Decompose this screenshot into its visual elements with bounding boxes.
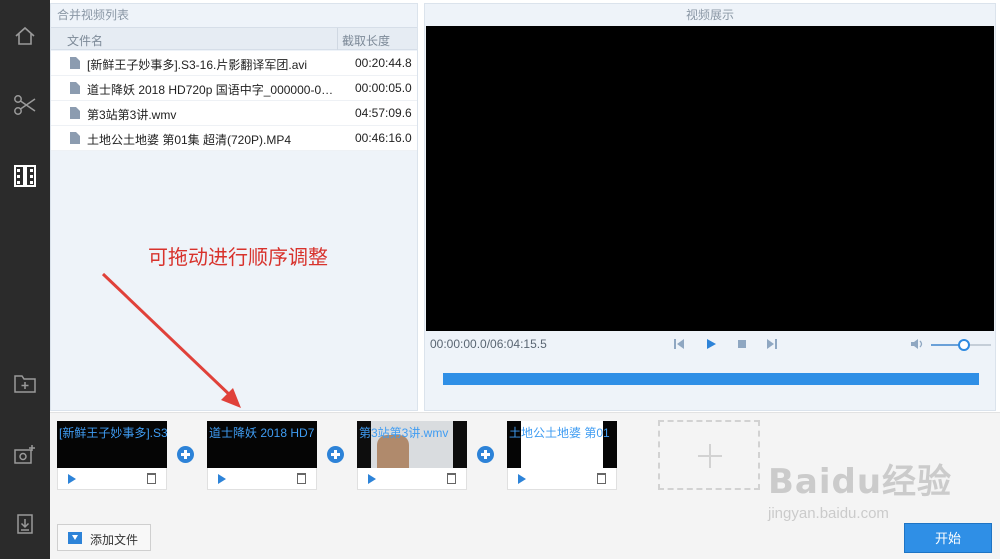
plus-circle-icon[interactable] bbox=[177, 446, 194, 463]
merge-icon[interactable] bbox=[0, 153, 50, 199]
clip-controls bbox=[207, 468, 317, 490]
clip-thumbnail[interactable]: [新鲜王子妙事多].S3 bbox=[57, 421, 167, 468]
column-header-length[interactable]: 截取长度 bbox=[342, 32, 390, 49]
file-icon bbox=[70, 57, 80, 69]
preview-panel: 视频展示 00:00:00.0/06:04:15.5 bbox=[424, 3, 996, 411]
timeline-clip[interactable]: [新鲜王子妙事多].S3 bbox=[57, 421, 167, 491]
clip-thumbnail[interactable]: 道士降妖 2018 HD7 bbox=[207, 421, 317, 468]
timeline-clip[interactable]: 道士降妖 2018 HD7 bbox=[207, 421, 317, 491]
clip-label: [新鲜王子妙事多].S3 bbox=[59, 426, 167, 440]
watermark-brand: Baidu经验 bbox=[768, 462, 953, 502]
home-icon[interactable] bbox=[0, 13, 50, 59]
volume-icon[interactable] bbox=[910, 338, 926, 353]
file-icon bbox=[70, 82, 80, 94]
annotation-text: 可拖动进行顺序调整 bbox=[148, 245, 328, 269]
timeline-clip[interactable]: 第3站第3讲.wmv bbox=[357, 421, 467, 491]
add-camera-icon[interactable] bbox=[0, 431, 50, 477]
play-icon[interactable] bbox=[705, 338, 717, 353]
annotation-arrow bbox=[101, 272, 241, 408]
clip-label: 道士降妖 2018 HD7 bbox=[209, 426, 315, 440]
trash-icon[interactable] bbox=[297, 473, 306, 484]
file-length: 00:20:44.8 bbox=[355, 56, 412, 70]
video-display[interactable] bbox=[426, 26, 994, 331]
previous-frame-icon[interactable] bbox=[673, 338, 685, 353]
clip-thumbnail[interactable]: 土地公土地婆 第01 bbox=[507, 421, 617, 468]
timecode: 00:00:00.0/06:04:15.5 bbox=[430, 337, 547, 351]
file-icon bbox=[70, 107, 80, 119]
plus-circle-icon[interactable] bbox=[477, 446, 494, 463]
column-header-name[interactable]: 文件名 bbox=[67, 32, 103, 49]
trash-icon[interactable] bbox=[447, 473, 456, 484]
add-file-button[interactable]: 添加文件 bbox=[57, 524, 151, 551]
next-frame-icon[interactable] bbox=[766, 338, 778, 353]
file-name: [新鲜王子妙事多].S3-16.片影翻译军团.avi bbox=[87, 58, 308, 72]
clip-controls bbox=[357, 468, 467, 490]
table-row[interactable]: 第3站第3讲.wmv 04:57:09.6 bbox=[51, 101, 417, 126]
add-folder-icon[interactable] bbox=[0, 360, 50, 406]
volume-slider-handle[interactable] bbox=[958, 339, 970, 351]
file-length: 00:46:16.0 bbox=[355, 131, 412, 145]
sidebar bbox=[0, 0, 50, 559]
download-icon[interactable] bbox=[0, 501, 50, 547]
file-length: 04:57:09.6 bbox=[355, 106, 412, 120]
scissors-icon[interactable] bbox=[0, 82, 50, 128]
import-icon bbox=[68, 532, 82, 544]
trash-icon[interactable] bbox=[597, 473, 606, 484]
clip-label: 第3站第3讲.wmv bbox=[359, 426, 449, 440]
timeline-clip[interactable]: 土地公土地婆 第01 bbox=[507, 421, 617, 491]
watermark-url: jingyan.baidu.com bbox=[768, 505, 889, 522]
trash-icon[interactable] bbox=[147, 473, 156, 484]
file-icon bbox=[70, 132, 80, 144]
table-row[interactable]: [新鲜王子妙事多].S3-16.片影翻译军团.avi 00:20:44.8 bbox=[51, 51, 417, 76]
progress-bar[interactable] bbox=[443, 373, 979, 385]
clip-label: 土地公土地婆 第01 bbox=[509, 426, 610, 440]
play-icon[interactable] bbox=[368, 474, 376, 484]
file-list-title: 合并视频列表 bbox=[57, 8, 130, 22]
add-clip-slot[interactable] bbox=[658, 420, 760, 490]
file-length: 00:00:05.0 bbox=[355, 81, 412, 95]
start-button[interactable]: 开始 bbox=[904, 523, 992, 553]
watermark: Baidu经验 jingyan.baidu.com bbox=[768, 454, 952, 522]
file-name: 第3站第3讲.wmv bbox=[87, 108, 177, 122]
volume-slider[interactable] bbox=[931, 339, 991, 351]
clip-controls bbox=[507, 468, 617, 490]
table-row[interactable]: 土地公土地婆 第01集 超清(720P).MP4 00:46:16.0 bbox=[51, 126, 417, 151]
file-name: 土地公土地婆 第01集 超清(720P).MP4 bbox=[87, 133, 292, 147]
clip-thumbnail[interactable]: 第3站第3讲.wmv bbox=[357, 421, 467, 468]
play-icon[interactable] bbox=[218, 474, 226, 484]
play-icon[interactable] bbox=[518, 474, 526, 484]
file-list-header: 文件名 截取长度 bbox=[51, 27, 417, 50]
column-divider[interactable] bbox=[337, 28, 338, 50]
play-icon[interactable] bbox=[68, 474, 76, 484]
table-row[interactable]: 道士降妖 2018 HD720p 国语中字_000000-00... 00:00… bbox=[51, 76, 417, 101]
plus-circle-icon[interactable] bbox=[327, 446, 344, 463]
clip-controls bbox=[57, 468, 167, 490]
stop-icon[interactable] bbox=[736, 338, 748, 353]
preview-title: 视频展示 bbox=[685, 8, 734, 22]
file-name: 道士降妖 2018 HD720p 国语中字_000000-00... bbox=[87, 83, 335, 97]
add-file-label: 添加文件 bbox=[90, 533, 139, 547]
